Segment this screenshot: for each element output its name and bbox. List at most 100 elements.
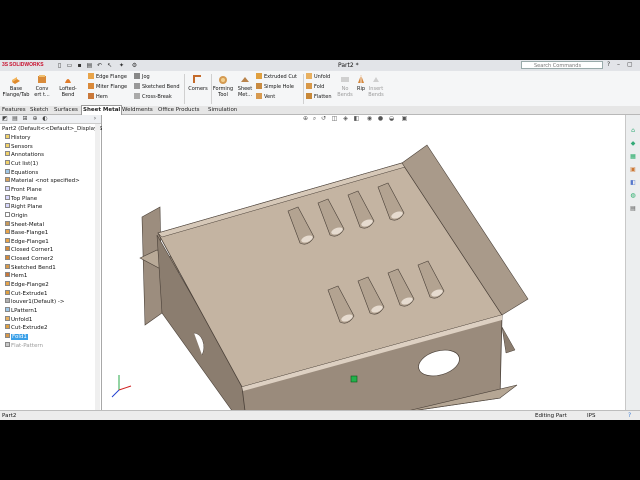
tree-item-edge-flange1[interactable]: Edge-Flange1 — [5, 237, 49, 246]
search-commands-input[interactable]: Search Commands — [521, 61, 603, 69]
corners-button[interactable]: Corners — [186, 73, 210, 92]
tree-item-closed-corner1[interactable]: Closed Corner1 — [5, 246, 53, 254]
fold-button[interactable]: Fold — [306, 83, 324, 91]
tree-item-label: Sketched Bend1 — [11, 264, 56, 271]
tree-item-hem1[interactable]: Hem1 — [5, 272, 27, 280]
jog-button[interactable]: Jog — [134, 73, 150, 81]
tree-item-sketched-bend1[interactable]: Sketched Bend1 — [5, 263, 56, 272]
select-icon[interactable]: ↖ — [106, 62, 113, 69]
feature-tree-icon[interactable]: ◩ — [2, 116, 8, 122]
edge-flange-icon — [5, 281, 10, 287]
tree-item-sensors[interactable]: Sensors — [5, 142, 33, 151]
rebuild-icon[interactable]: ✦ — [118, 62, 125, 69]
cross-break-button[interactable]: Cross-Break — [134, 93, 172, 101]
open-icon[interactable]: ▭ — [66, 62, 73, 69]
hem-icon — [5, 272, 10, 278]
tree-item-base-flange1[interactable]: Base-Flange1 — [5, 229, 48, 237]
tab-sketch[interactable]: Sketch — [29, 106, 50, 114]
tree-item-top-plane[interactable]: Top Plane — [5, 194, 37, 203]
tab-features[interactable]: Features — [1, 106, 27, 114]
tree-item-label: Closed Corner1 — [11, 247, 54, 254]
app-logo[interactable]: 3SSOLIDWORKS — [2, 62, 44, 68]
help-icon[interactable]: ? — [607, 61, 610, 68]
tree-scrollbar[interactable] — [95, 124, 100, 410]
unfold-button[interactable]: Unfold — [306, 73, 330, 81]
print-icon[interactable]: ▤ — [86, 62, 93, 69]
tree-item-front-plane[interactable]: Front Plane — [5, 185, 42, 194]
sketched-bend-button[interactable]: Sketched Bend — [134, 83, 180, 91]
tab-surfaces[interactable]: Surfaces — [53, 106, 79, 114]
selected-vertex-marker[interactable] — [350, 375, 358, 383]
tree-item-equations[interactable]: Equations — [5, 168, 38, 177]
tree-item-cut-list-1[interactable]: Cut list(1) — [5, 159, 38, 168]
tree-item-label: Base-Flange1 — [11, 230, 49, 237]
save-icon[interactable]: ▪ — [76, 62, 83, 69]
tree-item-louver1-default[interactable]: louver1(Default) -> — [5, 298, 65, 306]
tree-item-material-not-specified[interactable]: Material <not specified> — [5, 177, 80, 185]
no-bends-button[interactable]: No Bends — [336, 73, 354, 98]
vent-button[interactable]: Vent — [256, 93, 275, 101]
appearances-icon[interactable]: ◍ — [629, 192, 637, 200]
sheet-metal-button[interactable]: Sheet Met... — [235, 73, 255, 98]
tree-item-closed-corner2[interactable]: Closed Corner2 — [5, 255, 53, 263]
property-manager-icon[interactable]: ▤ — [12, 116, 18, 122]
closed-corner-icon — [5, 246, 10, 252]
status-units[interactable]: IPS — [587, 411, 595, 420]
feature-tree-root[interactable]: Part2 (Default<<Default>_Display S — [2, 126, 103, 132]
file-explorer-icon[interactable]: ▣ — [629, 166, 637, 174]
tab-sheet-metal[interactable]: Sheet Metal — [81, 105, 123, 115]
configuration-manager-icon[interactable]: ⊞ — [22, 116, 28, 122]
tree-item-right-plane[interactable]: Right Plane — [5, 203, 42, 211]
lofted-bend-icon — [65, 79, 71, 83]
tree-item-history[interactable]: History — [5, 134, 31, 142]
unfold-icon — [5, 315, 10, 321]
tree-item-cut-extrude2[interactable]: Cut-Extrude2 — [5, 324, 47, 332]
expand-panel-icon[interactable]: › — [92, 116, 98, 122]
new-document-icon[interactable]: ▯ — [56, 62, 63, 69]
tab-simulation[interactable]: Simulation — [207, 106, 238, 114]
flatten-button[interactable]: Flatten — [306, 93, 332, 101]
insert-bends-button[interactable]: Insert Bends — [366, 73, 386, 98]
tab-office-products[interactable]: Office Products — [157, 106, 201, 114]
tree-item-lpattern1[interactable]: LPattern1 — [5, 307, 37, 315]
display-manager-icon[interactable]: ◐ — [42, 116, 48, 122]
view-palette-icon[interactable]: ◧ — [629, 179, 637, 187]
forming-tool-button[interactable]: Forming Tool — [211, 73, 235, 98]
miter-flange-button[interactable]: Miter Flange — [88, 83, 127, 91]
edge-flange-button[interactable]: Edge Flange — [88, 73, 127, 81]
home-icon[interactable]: ⌂ — [629, 127, 637, 135]
tree-item-edge-flange2[interactable]: Edge-Flange2 — [5, 281, 49, 289]
tab-weldments[interactable]: Weldments — [121, 106, 154, 114]
status-document-name: Part2 — [2, 413, 17, 419]
flatten-icon — [306, 93, 312, 99]
help-icon[interactable]: ? — [628, 411, 631, 420]
convert-to-sheet-metal-button[interactable]: Conv ert t... — [32, 73, 52, 98]
design-library-icon[interactable]: ▦ — [629, 153, 637, 161]
tree-item-flat-pattern[interactable]: Flat-Pattern — [5, 341, 43, 350]
extruded-cut-button[interactable]: Extruded Cut — [256, 73, 297, 81]
tree-item-cut-extrude1[interactable]: Cut-Extrude1 — [5, 289, 47, 298]
simple-hole-button[interactable]: Simple Hole — [256, 83, 294, 91]
sketched-bend-icon — [134, 83, 140, 89]
flat-pattern-icon — [5, 341, 10, 347]
hem-button[interactable]: Hem — [88, 93, 108, 101]
cut-extrude-icon — [5, 289, 10, 295]
graphics-area[interactable]: ⊕ ⌕ ↺ ◫ ◈ ◧ ◉ ● ◒ ▣ — [102, 115, 625, 410]
resources-icon[interactable]: ◆ — [629, 140, 637, 148]
base-flange-button[interactable]: Base Flange/Tab — [2, 73, 30, 98]
jog-icon — [134, 73, 140, 79]
custom-properties-icon[interactable]: ▤ — [629, 205, 637, 213]
fold-icon — [306, 83, 312, 89]
tree-item-fold1[interactable]: Fold1 — [5, 332, 28, 341]
sheet-metal-part-model[interactable] — [102, 115, 625, 410]
options-icon[interactable]: ⚙ — [131, 62, 138, 69]
tree-item-sheet-metal[interactable]: Sheet-Metal — [5, 220, 44, 229]
tree-item-annotations[interactable]: Annotations — [5, 151, 44, 159]
dimxpert-icon[interactable]: ⊕ — [32, 116, 38, 122]
lofted-bend-button[interactable]: Lofted-Bend — [53, 73, 83, 98]
tree-item-origin[interactable]: Origin — [5, 211, 28, 220]
restore-icon[interactable]: ▢ — [627, 61, 633, 68]
minimize-icon[interactable]: – — [617, 61, 620, 68]
undo-icon[interactable]: ↶ — [96, 62, 103, 69]
tree-item-unfold1[interactable]: Unfold1 — [5, 315, 32, 324]
